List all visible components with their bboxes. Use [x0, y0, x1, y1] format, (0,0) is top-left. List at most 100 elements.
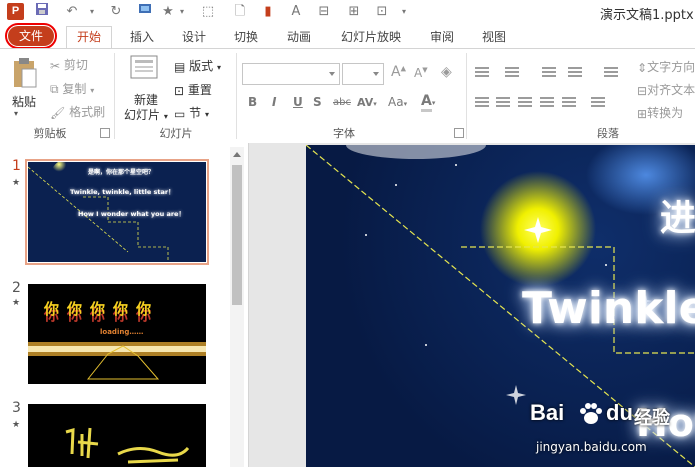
font-color-button[interactable]: A▾ [421, 93, 435, 112]
undo-icon[interactable]: ↶ [62, 2, 82, 22]
slide-3-preview [28, 404, 206, 467]
arrange-icon[interactable]: ⊟ [314, 2, 334, 22]
format-painter-icon: 🖌 [50, 105, 66, 120]
shape-icon[interactable]: ⊡ [372, 2, 392, 22]
text-shadow-button[interactable]: S [313, 95, 322, 109]
convert-smartart-button[interactable]: ⊞转换为 [637, 104, 683, 121]
distributed-icon[interactable] [562, 97, 576, 109]
tab-transitions[interactable]: 切换 [226, 27, 266, 47]
star-icon[interactable]: ★ [158, 2, 178, 22]
ppt-file-icon[interactable]: ▮ [258, 2, 278, 22]
columns-icon[interactable] [591, 97, 605, 109]
reset-button[interactable]: ⊡ 重置 [174, 81, 212, 98]
window-title: 演示文稿1.pptx [600, 8, 694, 23]
cut-button[interactable]: ✂ 剪切 [50, 56, 88, 73]
font-size-combobox[interactable] [342, 63, 384, 85]
clear-formatting-icon[interactable]: ◈ [441, 64, 452, 80]
powerpoint-window: P ↶ ▾ ↻ ★ ▾ ⬚ 🗋 ▮ A ⊟ ⊞ ⊡ ▾ 演示文稿1.pptx 文… [0, 0, 695, 467]
section-icon: ▭ [174, 106, 186, 121]
animation-star-icon: ★ [12, 420, 21, 430]
text-direction-button[interactable]: ⇕文字方向 [637, 58, 695, 75]
underline-button[interactable]: U [293, 95, 303, 109]
ribbon-tabs: 文件 开始 插入 设计 切换 动画 幻灯片放映 审阅 视图 [0, 23, 695, 49]
group-separator [114, 53, 115, 139]
italic-button[interactable]: I [272, 95, 276, 109]
slide-thumbnail-3[interactable] [28, 404, 206, 467]
grow-font-button[interactable]: A▲ [391, 64, 406, 80]
character-spacing-button[interactable]: AV▾ [357, 96, 377, 109]
animation-star-icon: ★ [12, 178, 21, 188]
slide-1-text-2: Twinkle, twinkle, little star！ [70, 188, 175, 196]
decrease-indent-icon[interactable] [542, 67, 556, 79]
slide-1-text-1: 是啊，你在那个星空吧？ [88, 169, 155, 176]
group-icon[interactable]: ⊞ [344, 2, 364, 22]
star-dropdown-icon[interactable]: ▾ [176, 2, 188, 22]
slide-thumbnail-1[interactable]: 是啊，你在那个星空吧？ Twinkle, twinkle, little sta… [25, 159, 209, 265]
bold-button[interactable]: B [248, 95, 257, 109]
slide-number-1: 1 [12, 158, 21, 174]
align-text-button[interactable]: ⊟对齐文本 [637, 81, 695, 98]
tab-home[interactable]: 开始 [66, 26, 112, 49]
tab-insert[interactable]: 插入 [122, 27, 162, 47]
redo-icon[interactable]: ↻ [106, 2, 126, 22]
select-icon[interactable]: ⬚ [198, 2, 218, 22]
tab-slideshow[interactable]: 幻灯片放映 [336, 27, 406, 47]
font-launcher-icon[interactable] [454, 128, 464, 138]
section-button[interactable]: ▭ 节 ▾ [174, 104, 209, 121]
line-spacing-icon[interactable] [604, 67, 618, 79]
tab-view[interactable]: 视图 [474, 27, 514, 47]
clipboard-launcher-icon[interactable] [100, 128, 110, 138]
tab-file[interactable]: 文件 [5, 23, 57, 49]
slide-number-2: 2 [12, 280, 21, 296]
paste-dropdown-icon[interactable]: ▾ [14, 109, 18, 118]
align-text-icon: ⊟ [637, 83, 648, 98]
watermark-brand-2: du [606, 400, 633, 425]
scrollbar-thumb[interactable] [232, 165, 242, 305]
tab-design[interactable]: 设计 [174, 27, 214, 47]
watermark-brand: Bai [530, 400, 565, 425]
customize-quick-access-icon[interactable]: ▾ [398, 2, 410, 22]
align-left-icon[interactable] [475, 97, 489, 109]
font-name-combobox[interactable] [242, 63, 340, 85]
layout-button[interactable]: ▤ 版式 ▾ [174, 57, 221, 74]
format-painter-button[interactable]: 🖌 格式刷 [50, 103, 105, 120]
slide-text-corner[interactable]: 进 [660, 189, 695, 241]
paste-button[interactable]: 粘贴 [12, 93, 36, 110]
smartart-icon: ⊞ [637, 106, 648, 121]
undo-dropdown-icon[interactable]: ▾ [86, 2, 98, 22]
new-slide-button[interactable]: 幻灯片 ▾ [124, 106, 168, 123]
align-center-icon[interactable] [496, 97, 510, 109]
change-case-button[interactable]: Aa▾ [388, 95, 407, 109]
copy-button[interactable]: ⧉ 复制 ▾ [50, 80, 94, 97]
slides-group-label: 幻灯片 [159, 127, 193, 140]
new-file-icon[interactable]: 🗋 [230, 2, 250, 22]
slide-2-loading-text: loading…… [100, 328, 144, 336]
justify-icon[interactable] [540, 97, 554, 109]
new-slide-icon[interactable] [130, 55, 160, 84]
bullets-icon[interactable] [475, 67, 489, 79]
layout-icon: ▤ [174, 59, 186, 74]
strikethrough-button[interactable]: abc [333, 97, 351, 108]
save-icon[interactable] [32, 2, 52, 22]
tab-review[interactable]: 审阅 [422, 27, 462, 47]
align-right-icon[interactable] [518, 97, 532, 109]
slideshow-icon[interactable] [135, 2, 155, 22]
slide-thumbnail-2[interactable]: 你你你你你 loading…… [28, 284, 206, 384]
reset-icon: ⊡ [174, 83, 185, 98]
numbering-icon[interactable] [505, 67, 519, 79]
baidu-watermark: Bai du 经验 jingyan.baidu.com [530, 400, 690, 464]
thumbnail-scrollbar[interactable] [230, 147, 244, 467]
text-direction-icon: ⇕ [637, 60, 648, 75]
slide-2-chars: 你你你你你 [44, 300, 160, 318]
tab-animations[interactable]: 动画 [279, 27, 319, 47]
title-bar: P ↶ ▾ ↻ ★ ▾ ⬚ 🗋 ▮ A ⊟ ⊞ ⊡ ▾ 演示文稿1.pptx [0, 0, 695, 24]
scroll-up-icon[interactable] [230, 147, 244, 161]
font-color-icon[interactable]: A [286, 2, 306, 22]
cut-icon: ✂ [50, 58, 61, 73]
shrink-font-button[interactable]: A▼ [414, 66, 428, 80]
group-separator [236, 53, 237, 139]
paragraph-group-label: 段落 [597, 127, 619, 140]
increase-indent-icon[interactable] [568, 67, 582, 79]
paste-icon[interactable] [12, 57, 38, 92]
slide-text-twinkle[interactable]: Twinkle [522, 283, 695, 334]
